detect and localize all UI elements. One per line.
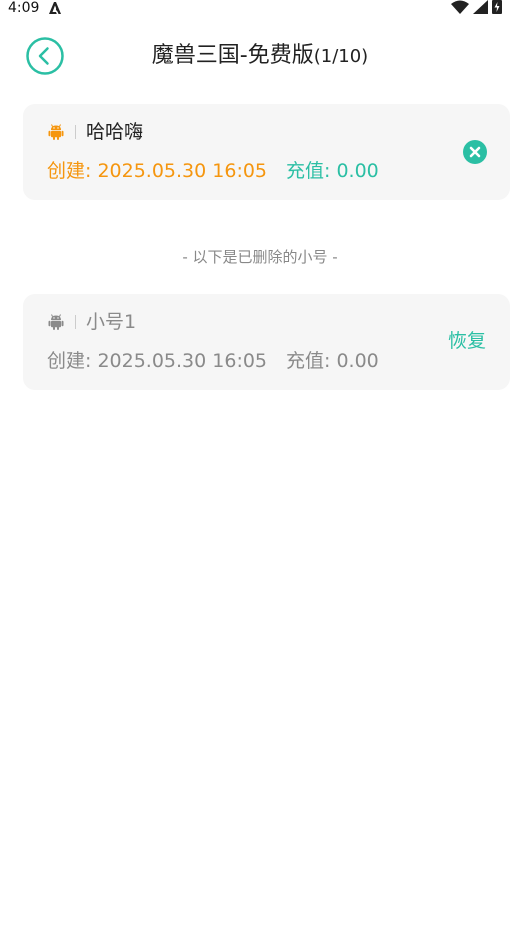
header: 魔兽三国-免费版(1/10) [0, 30, 520, 82]
deleted-section-label: - 以下是已删除的小号 - [182, 248, 338, 266]
recharge-amount: 充值: 0.00 [286, 160, 379, 182]
account-card[interactable]: 哈哈嗨 创建: 2025.05.30 16:05 充值: 0.00 [23, 104, 510, 200]
created-date: 创建: 2025.05.30 16:05 [47, 350, 268, 372]
status-bar: 4:09 [0, 0, 520, 18]
page-title: 魔兽三国-免费版(1/10) [0, 42, 520, 71]
android-icon [47, 123, 65, 141]
recharge-amount: 充值: 0.00 [286, 350, 379, 372]
restore-button[interactable]: 恢复 [448, 328, 486, 354]
page-title-text: 魔兽三国-免费版 [151, 43, 314, 68]
account-count: (1/10) [313, 46, 369, 67]
account-name: 小号1 [86, 311, 137, 333]
deleted-account-card: 小号1 创建: 2025.05.30 16:05 充值: 0.00 恢复 [23, 294, 510, 390]
account-info-row: 创建: 2025.05.30 16:05 充值: 0.00 [47, 349, 379, 373]
account-name-row: 哈哈嗨 [47, 120, 143, 144]
battery-charging-icon [492, 0, 502, 18]
delete-account-button[interactable] [463, 140, 487, 164]
status-icons [451, 0, 502, 16]
account-name-row: 小号1 [47, 310, 136, 334]
account-info-row: 创建: 2025.05.30 16:05 充值: 0.00 [47, 159, 379, 183]
created-date: 创建: 2025.05.30 16:05 [47, 160, 268, 182]
divider [75, 315, 76, 329]
divider [75, 125, 76, 139]
signal-icon [473, 0, 488, 18]
status-time: 4:09 [8, 0, 40, 16]
accessibility-a-icon [47, 0, 63, 16]
close-circle-icon [463, 140, 487, 164]
android-icon [47, 313, 65, 331]
wifi-icon [451, 0, 469, 18]
account-name: 哈哈嗨 [86, 121, 144, 143]
